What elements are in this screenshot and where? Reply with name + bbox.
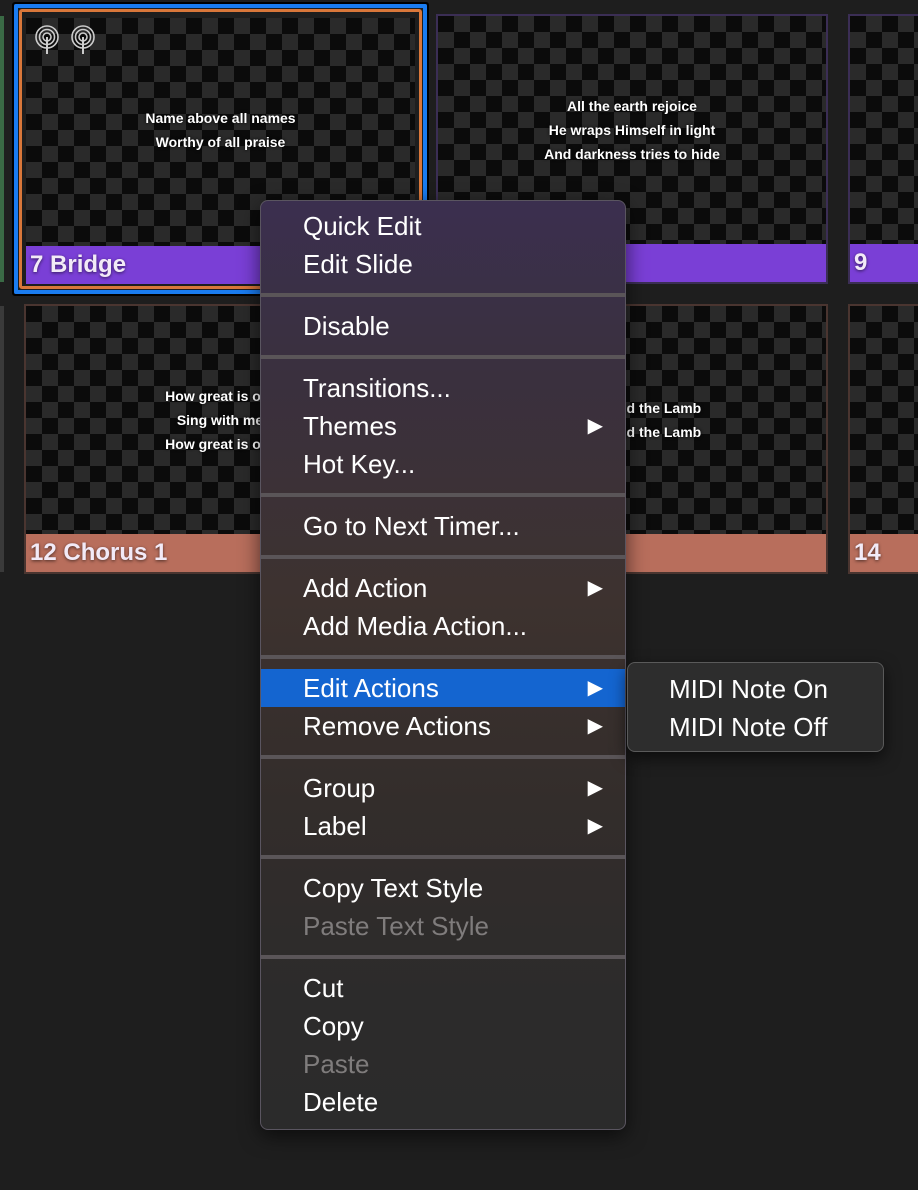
menu-item-edit-slide[interactable]: Edit Slide <box>261 245 625 283</box>
partial-slide-left-row2[interactable] <box>0 306 4 572</box>
menu-item-label: Edit Actions <box>303 673 439 703</box>
menu-item-hot-key[interactable]: Hot Key... <box>261 445 625 483</box>
submenu-arrow-icon: ▶ <box>587 715 603 737</box>
menu-item-label: Copy Text Style <box>303 873 484 903</box>
menu-item-themes[interactable]: Themes ▶ <box>261 407 625 445</box>
context-menu: Quick Edit Edit Slide Disable Transitions..… <box>260 200 626 1130</box>
slide-thumbnail <box>850 16 918 244</box>
broadcast-icon <box>71 25 95 54</box>
slide-label-bar: 9 <box>850 244 918 282</box>
lyric-line: He wraps Himself in light <box>548 122 716 138</box>
submenu-arrow-icon: ▶ <box>587 577 603 599</box>
menu-item-label: Cut <box>303 973 344 1003</box>
menu-separator <box>261 483 625 507</box>
submenu-arrow-icon: ▶ <box>587 415 603 437</box>
partial-slide-left-row1[interactable] <box>0 16 4 282</box>
slide-9[interactable]: 9 <box>848 14 918 284</box>
menu-item-edit-actions[interactable]: Edit Actions ▶ <box>261 669 625 707</box>
menu-item-label: Edit Slide <box>303 249 413 279</box>
menu-item-delete[interactable]: Delete <box>261 1083 625 1121</box>
menu-item-go-to-next-timer[interactable]: Go to Next Timer... <box>261 507 625 545</box>
menu-item-label: Themes <box>303 411 397 441</box>
menu-separator <box>261 745 625 769</box>
menu-item-midi-note-off[interactable]: MIDI Note Off <box>628 708 883 746</box>
menu-item-paste: Paste <box>261 1045 625 1083</box>
submenu-arrow-icon: ▶ <box>587 677 603 699</box>
menu-item-label[interactable]: Label ▶ <box>261 807 625 845</box>
menu-separator <box>261 845 625 869</box>
menu-item-paste-text-style: Paste Text Style <box>261 907 625 945</box>
menu-item-label: Add Action <box>303 573 428 603</box>
slide-thumbnail <box>850 306 918 534</box>
menu-separator <box>261 645 625 669</box>
menu-item-label: Paste Text Style <box>303 911 489 941</box>
slide-14[interactable]: 14 <box>848 304 918 574</box>
menu-item-label: Quick Edit <box>303 211 422 241</box>
menu-item-label: Group <box>303 773 376 803</box>
menu-item-label: Transitions... <box>303 373 451 403</box>
menu-item-quick-edit[interactable]: Quick Edit <box>261 207 625 245</box>
lyric-line: And darkness tries to hide <box>544 146 720 162</box>
menu-item-add-media-action[interactable]: Add Media Action... <box>261 607 625 645</box>
menu-item-label: Go to Next Timer... <box>303 511 520 541</box>
menu-item-label: Delete <box>303 1087 379 1117</box>
menu-item-copy-text-style[interactable]: Copy Text Style <box>261 869 625 907</box>
menu-item-group[interactable]: Group ▶ <box>261 769 625 807</box>
menu-separator <box>261 945 625 969</box>
slide-number: 12 <box>30 539 57 566</box>
menu-item-transitions[interactable]: Transitions... <box>261 369 625 407</box>
slide-number: 7 <box>30 251 44 278</box>
menu-item-disable[interactable]: Disable <box>261 307 625 345</box>
edit-actions-submenu: MIDI Note On MIDI Note Off <box>627 662 884 752</box>
menu-item-label: Hot Key... <box>303 449 416 479</box>
menu-item-label: Paste <box>303 1049 370 1079</box>
lyric-line: Worthy of all praise <box>155 134 286 150</box>
lyric-line: All the earth rejoice <box>567 98 697 114</box>
menu-item-label: Disable <box>303 311 390 341</box>
slide-number: 14 <box>854 539 881 566</box>
menu-item-midi-note-on[interactable]: MIDI Note On <box>628 670 883 708</box>
menu-item-label: Label <box>303 811 367 841</box>
menu-item-label: Add Media Action... <box>303 611 528 641</box>
lyric-line: nd the Lamb <box>618 400 702 416</box>
slide-lyrics: All the earth rejoice He wraps Himself i… <box>438 94 826 166</box>
menu-item-label: Copy <box>303 1011 364 1041</box>
broadcast-icon <box>35 25 59 54</box>
submenu-arrow-icon: ▶ <box>587 777 603 799</box>
lyric-line: nd the Lamb <box>618 424 702 440</box>
slide-number: 9 <box>854 249 868 276</box>
slide-lyrics: Name above all names Worthy of all prais… <box>26 106 415 154</box>
menu-item-label: Remove Actions <box>303 711 491 741</box>
menu-item-cut[interactable]: Cut <box>261 969 625 1007</box>
menu-separator <box>261 283 625 307</box>
lyric-line: Name above all names <box>145 110 296 126</box>
menu-item-add-action[interactable]: Add Action ▶ <box>261 569 625 607</box>
slide-label: Bridge <box>50 251 127 278</box>
menu-item-copy[interactable]: Copy <box>261 1007 625 1045</box>
menu-item-remove-actions[interactable]: Remove Actions ▶ <box>261 707 625 745</box>
slide-label-bar: 14 <box>850 534 918 572</box>
submenu-arrow-icon: ▶ <box>587 815 603 837</box>
slide-label: Chorus 1 <box>63 539 168 566</box>
menu-separator <box>261 545 625 569</box>
slide-lyrics: nd the Lamb nd the Lamb <box>618 396 701 444</box>
menu-separator <box>261 345 625 369</box>
